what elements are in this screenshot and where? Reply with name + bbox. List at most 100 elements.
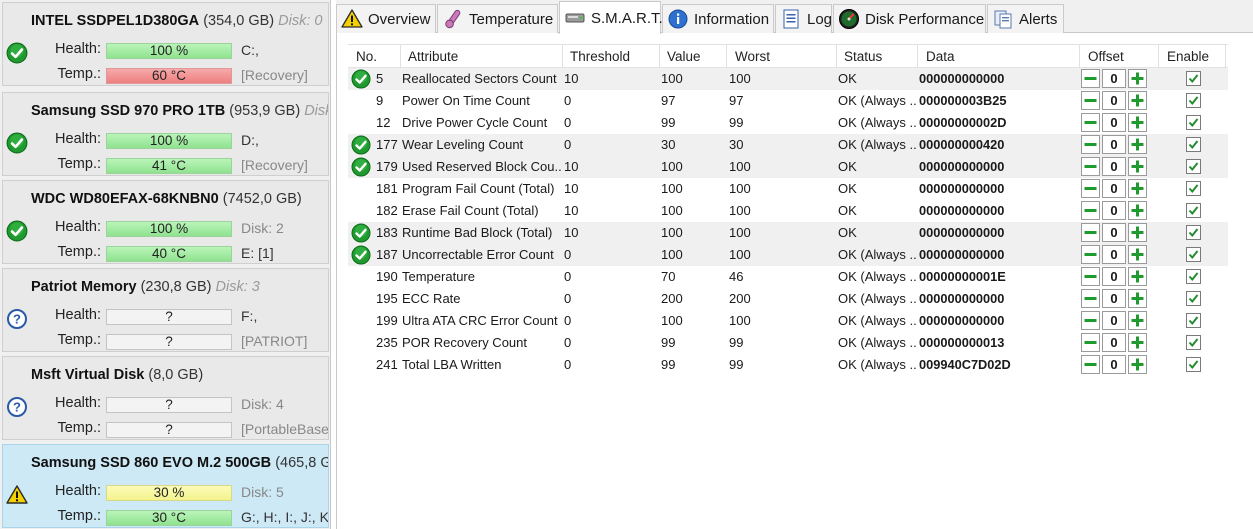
table-row[interactable]: 190 Temperature 0 70 46 OK (Always ... 0000000… [348,266,1228,288]
table-row[interactable]: 241 Total LBA Written 0 99 99 OK (Always ... 0… [348,354,1228,376]
tab-disk-performance[interactable]: Disk Performance [833,4,986,33]
offset-input[interactable]: 0 [1102,355,1126,374]
tab-overview[interactable]: Overview [336,4,436,33]
table-row[interactable]: 187 Uncorrectable Error Count 0 100 100 OK (A… [348,244,1228,266]
offset-decrease-button[interactable] [1081,245,1100,264]
column-divider[interactable] [726,45,727,68]
offset-decrease-button[interactable] [1081,311,1100,330]
column-divider[interactable] [400,45,401,68]
enable-checkbox[interactable] [1186,357,1201,372]
table-row[interactable]: 199 Ultra ATA CRC Error Count 0 100 100 OK (A… [348,310,1228,332]
enable-checkbox[interactable] [1186,269,1201,284]
enable-checkbox[interactable] [1186,247,1201,262]
offset-decrease-button[interactable] [1081,223,1100,242]
tab-s-m-a-r-t[interactable]: S.M.A.R.T. [559,1,663,34]
table-row[interactable]: 179 Used Reserved Block Cou... 10 100 100 OK 0… [348,156,1228,178]
offset-input[interactable]: 0 [1102,69,1126,88]
offset-decrease-button[interactable] [1081,333,1100,352]
offset-input[interactable]: 0 [1102,311,1126,330]
disk-card[interactable]: Samsung SSD 860 EVO M.2 500GB (465,8 G H… [2,444,329,528]
table-row[interactable]: 9 Power On Time Count 0 97 97 OK (Always ... 0… [348,90,1228,112]
offset-input[interactable]: 0 [1102,179,1126,198]
table-row[interactable]: 183 Runtime Bad Block (Total) 10 100 100 OK 00… [348,222,1228,244]
column-header-threshold[interactable]: Threshold [570,49,630,64]
offset-decrease-button[interactable] [1081,157,1100,176]
column-header-value[interactable]: Value [667,49,701,64]
offset-increase-button[interactable] [1128,267,1147,286]
offset-increase-button[interactable] [1128,223,1147,242]
disk-card[interactable]: Samsung SSD 970 PRO 1TB (953,9 GB) Disk H… [2,92,329,176]
enable-checkbox[interactable] [1186,115,1201,130]
offset-decrease-button[interactable] [1081,267,1100,286]
enable-checkbox[interactable] [1186,291,1201,306]
column-divider[interactable] [659,45,660,68]
enable-checkbox[interactable] [1186,225,1201,240]
table-row[interactable]: 12 Drive Power Cycle Count 0 99 99 OK (Always… [348,112,1228,134]
offset-increase-button[interactable] [1128,289,1147,308]
tab-alerts[interactable]: Alerts [987,4,1064,33]
table-row[interactable]: 195 ECC Rate 0 200 200 OK (Always ... 00000000… [348,288,1228,310]
column-divider[interactable] [1158,45,1159,68]
table-row[interactable]: 235 POR Recovery Count 0 99 99 OK (Always ...… [348,332,1228,354]
column-header-status[interactable]: Status [844,49,882,64]
offset-decrease-button[interactable] [1081,69,1100,88]
enable-checkbox[interactable] [1186,93,1201,108]
tab-temperature[interactable]: Temperature [437,4,558,33]
offset-increase-button[interactable] [1128,113,1147,132]
offset-input[interactable]: 0 [1102,267,1126,286]
offset-increase-button[interactable] [1128,69,1147,88]
table-row[interactable]: 5 Reallocated Sectors Count 10 100 100 OK 0000… [348,68,1228,90]
offset-increase-button[interactable] [1128,201,1147,220]
column-header-worst[interactable]: Worst [735,49,770,64]
offset-increase-button[interactable] [1128,135,1147,154]
offset-decrease-button[interactable] [1081,91,1100,110]
table-row[interactable]: 181 Program Fail Count (Total) 10 100 100 OK 0… [348,178,1228,200]
column-header-no[interactable]: No. [356,49,377,64]
table-row[interactable]: 182 Erase Fail Count (Total) 10 100 100 OK 000… [348,200,1228,222]
offset-decrease-button[interactable] [1081,135,1100,154]
offset-input[interactable]: 0 [1102,91,1126,110]
offset-increase-button[interactable] [1128,91,1147,110]
offset-decrease-button[interactable] [1081,201,1100,220]
offset-decrease-button[interactable] [1081,289,1100,308]
offset-input[interactable]: 0 [1102,289,1126,308]
enable-checkbox[interactable] [1186,335,1201,350]
offset-decrease-button[interactable] [1081,113,1100,132]
offset-input[interactable]: 0 [1102,201,1126,220]
table-row[interactable]: 177 Wear Leveling Count 0 30 30 OK (Always ..… [348,134,1228,156]
offset-input[interactable]: 0 [1102,333,1126,352]
column-divider[interactable] [836,45,837,68]
offset-input[interactable]: 0 [1102,157,1126,176]
enable-checkbox[interactable] [1186,71,1201,86]
offset-increase-button[interactable] [1128,355,1147,374]
column-header-enable[interactable]: Enable [1167,49,1209,64]
enable-checkbox[interactable] [1186,181,1201,196]
disk-card[interactable]: Patriot Memory (230,8 GB) Disk: 3? Health… [2,268,329,352]
column-header-attribute[interactable]: Attribute [408,49,458,64]
disk-card[interactable]: INTEL SSDPEL1D380GA (354,0 GB) Disk: 0 He… [2,2,329,86]
disk-card[interactable]: WDC WD80EFAX-68KNBN0 (7452,0 GB) Health:… [2,180,329,264]
offset-increase-button[interactable] [1128,157,1147,176]
tab-information[interactable]: Information [662,4,774,33]
offset-input[interactable]: 0 [1102,113,1126,132]
column-divider[interactable] [562,45,563,68]
offset-decrease-button[interactable] [1081,355,1100,374]
enable-checkbox[interactable] [1186,159,1201,174]
offset-increase-button[interactable] [1128,311,1147,330]
offset-increase-button[interactable] [1128,333,1147,352]
column-divider[interactable] [917,45,918,68]
enable-checkbox[interactable] [1186,313,1201,328]
offset-decrease-button[interactable] [1081,179,1100,198]
column-divider[interactable] [1225,45,1226,68]
enable-checkbox[interactable] [1186,203,1201,218]
offset-input[interactable]: 0 [1102,245,1126,264]
column-header-offset[interactable]: Offset [1088,49,1124,64]
column-header-data[interactable]: Data [926,49,955,64]
offset-increase-button[interactable] [1128,179,1147,198]
offset-input[interactable]: 0 [1102,135,1126,154]
disk-card[interactable]: Msft Virtual Disk (8,0 GB) ? Health:? Disk… [2,356,329,440]
offset-input[interactable]: 0 [1102,223,1126,242]
column-divider[interactable] [1079,45,1080,68]
enable-checkbox[interactable] [1186,137,1201,152]
tab-log[interactable]: Log [775,4,832,33]
